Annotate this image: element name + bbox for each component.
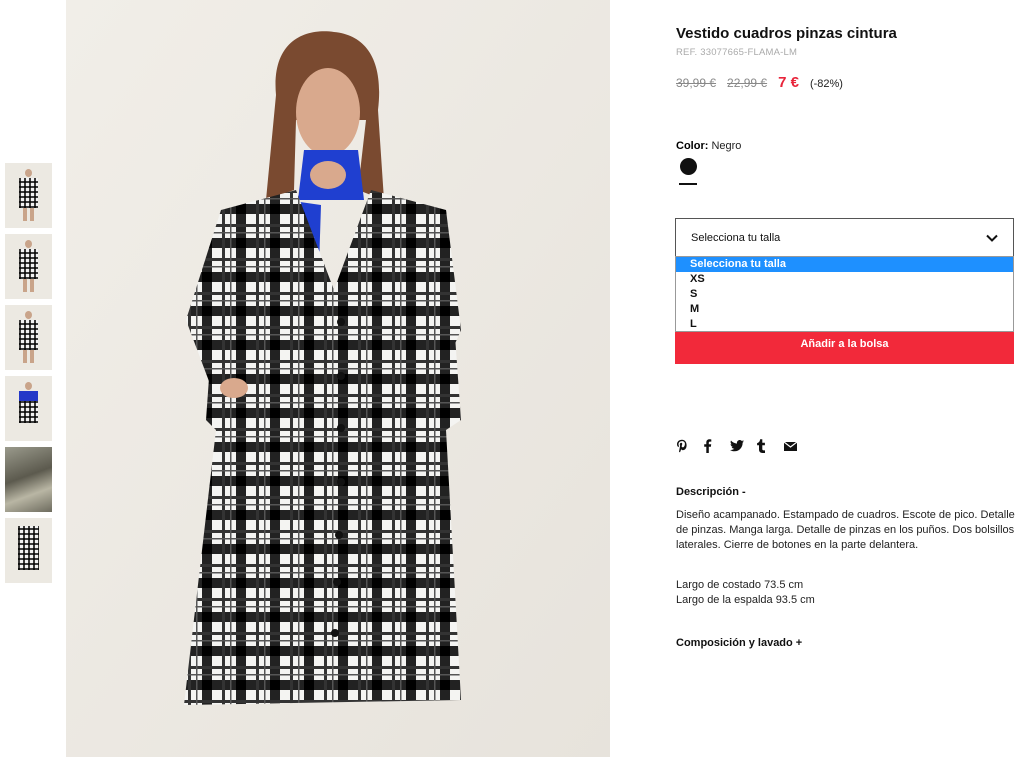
size-select-label: Selecciona tu talla — [691, 232, 781, 244]
thumbnail-gallery — [5, 163, 52, 589]
thumbnail-detail[interactable] — [5, 376, 52, 441]
composition-heading[interactable]: Composición y lavado + — [676, 637, 802, 649]
color-label-prefix: Color: — [676, 140, 709, 152]
email-icon[interactable] — [784, 438, 811, 454]
description-heading[interactable]: Descripción - — [676, 486, 746, 498]
chevron-down-icon — [986, 234, 998, 242]
facebook-icon[interactable] — [703, 438, 730, 454]
price-current: 7 € — [778, 74, 799, 91]
thumbnail-side[interactable] — [5, 234, 52, 299]
product-title: Vestido cuadros pinzas cintura — [676, 25, 897, 42]
size-option-placeholder[interactable]: Selecciona tu talla — [676, 257, 1013, 272]
main-product-image[interactable] — [66, 0, 610, 757]
size-option-l[interactable]: L — [676, 317, 1013, 332]
size-option-m[interactable]: M — [676, 302, 1013, 317]
size-option-xs[interactable]: XS — [676, 272, 1013, 287]
discount-badge: (-82%) — [809, 78, 843, 90]
size-dropdown-list: Selecciona tu talla XS S M L — [675, 256, 1014, 332]
color-swatch-negro[interactable] — [680, 158, 697, 175]
price-previous: 22,99 € — [727, 76, 768, 90]
color-swatch-selected-indicator — [679, 183, 697, 185]
color-label: Color: Negro — [676, 140, 741, 152]
size-select[interactable]: Selecciona tu talla — [675, 218, 1014, 257]
measure-back-length: Largo de la espalda 93.5 cm — [676, 594, 815, 606]
model-illustration — [66, 0, 610, 757]
twitter-icon[interactable] — [730, 438, 757, 454]
color-value: Negro — [711, 140, 742, 152]
product-reference: REF. 33077665-FLAMA-LM — [676, 47, 798, 58]
pinterest-icon[interactable] — [676, 438, 703, 454]
share-icons — [676, 438, 811, 454]
measurements: Largo de costado 73.5 cm Largo de la esp… — [676, 578, 815, 608]
price-original: 39,99 € — [676, 76, 717, 90]
price-block: 39,99 € 22,99 € 7 € (-82%) — [676, 74, 843, 91]
description-text: Diseño acampanado. Estampado de cuadros.… — [676, 509, 1015, 551]
size-option-s[interactable]: S — [676, 287, 1013, 302]
thumbnail-front[interactable] — [5, 163, 52, 228]
thumbnail-street[interactable] — [5, 447, 52, 512]
thumbnail-flat[interactable] — [5, 518, 52, 583]
tumblr-icon[interactable] — [757, 438, 784, 454]
measure-side-length: Largo de costado 73.5 cm — [676, 579, 804, 591]
thumbnail-back[interactable] — [5, 305, 52, 370]
